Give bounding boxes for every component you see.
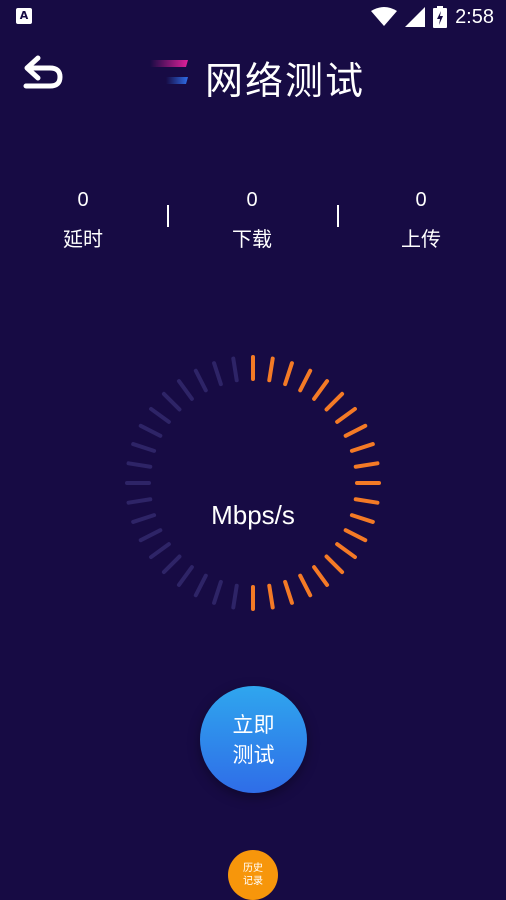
speed-logo-icon — [150, 60, 188, 84]
gauge-tick-active — [335, 542, 357, 560]
gauge-tick — [131, 442, 157, 453]
status-bar: A 2:58 — [0, 0, 506, 34]
gauge-tick — [212, 579, 223, 605]
gauge-tick-active — [349, 442, 375, 453]
gauge-tick — [193, 573, 208, 598]
start-test-label-line1: 立即 — [232, 712, 275, 737]
stat-upload: 0 上传 — [366, 185, 476, 252]
gauge-tick — [212, 361, 223, 387]
gauge-tick-active — [267, 583, 275, 610]
stat-divider — [337, 205, 339, 227]
gauge-tick-active — [312, 565, 330, 587]
gauge-tick-active — [343, 423, 368, 438]
page-title: 网络测试 — [205, 59, 366, 103]
back-button[interactable] — [18, 48, 66, 96]
back-arrow-icon — [23, 55, 63, 89]
gauge-tick — [231, 356, 239, 383]
start-test-label-line2: 测试 — [232, 742, 275, 767]
gauge-tick — [149, 542, 171, 560]
history-button[interactable]: 历史 记录 — [228, 850, 278, 900]
status-icons: 2:58 — [371, 4, 494, 30]
gauge-tick — [149, 406, 171, 424]
start-test-button[interactable]: 立即 测试 — [200, 686, 307, 793]
stat-divider — [167, 205, 169, 227]
gauge-tick — [126, 461, 153, 469]
gauge-tick-active — [298, 368, 313, 393]
gauge-tick-active — [283, 579, 294, 605]
signal-icon — [405, 7, 426, 27]
stat-latency: 0 延时 — [28, 185, 138, 252]
history-label-line2: 记录 — [243, 876, 263, 887]
gauge-tick-active — [324, 554, 345, 575]
gauge-unit-label: Mbps/s — [211, 500, 295, 530]
gauge-tick-active — [335, 406, 357, 424]
gauge-tick — [138, 423, 163, 438]
gauge-tick — [176, 565, 194, 587]
battery-icon — [433, 6, 448, 28]
stats-row: 0 延时 0 下载 0 上传 — [0, 185, 506, 265]
gauge-tick-active — [267, 356, 275, 383]
a11y-icon: A — [16, 8, 32, 24]
gauge-tick — [193, 368, 208, 393]
status-time: 2:58 — [455, 5, 494, 28]
gauge-tick-active — [324, 391, 345, 412]
gauge-tick — [176, 379, 194, 401]
gauge-tick — [138, 528, 163, 543]
header: 网络测试 — [0, 40, 506, 110]
gauge-tick-active — [343, 528, 368, 543]
stat-download: 0 下载 — [197, 185, 307, 252]
gauge-tick-active — [353, 461, 380, 469]
stat-download-label: 下载 — [232, 227, 272, 251]
gauge-tick — [161, 391, 182, 412]
speed-gauge — [125, 355, 381, 611]
stat-latency-value: 0 — [77, 189, 89, 211]
stat-upload-value: 0 — [415, 189, 427, 211]
wifi-icon — [371, 7, 398, 26]
gauge-tick — [231, 583, 239, 610]
history-label-line1: 历史 — [243, 863, 263, 874]
gauge-tick-active — [283, 361, 294, 387]
stat-upload-label: 上传 — [401, 227, 441, 251]
stat-download-value: 0 — [246, 189, 258, 211]
gauge-tick-active — [312, 379, 330, 401]
stat-latency-label: 延时 — [63, 227, 103, 251]
gauge-tick-active — [298, 573, 313, 598]
gauge-tick — [161, 554, 182, 575]
